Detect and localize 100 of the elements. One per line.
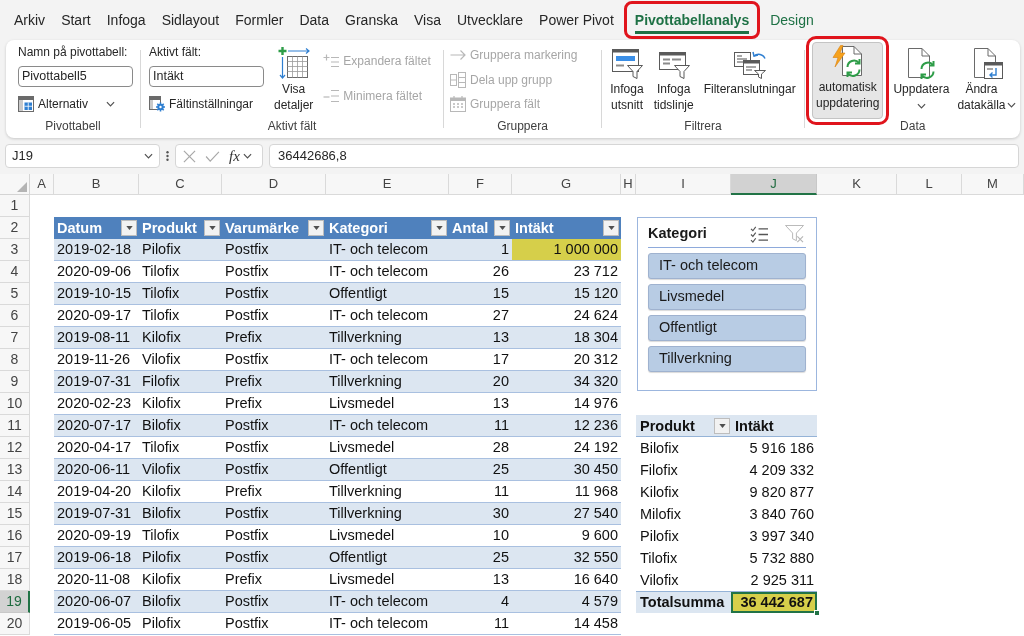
table-cell-text: Vilofix: [141, 460, 182, 479]
row-header[interactable]: 6: [0, 305, 30, 327]
check-icon[interactable]: [205, 150, 220, 162]
row-header[interactable]: 17: [0, 547, 30, 569]
ribbon-large-button[interactable]: Visa detaljer: [270, 44, 318, 119]
row-header[interactable]: 20: [0, 613, 30, 635]
ribbon-button[interactable]: Fältinställningar: [149, 93, 254, 115]
column-header[interactable]: M: [962, 174, 1024, 195]
table-cell-text: 25: [491, 460, 510, 479]
chevron-down-icon: [916, 103, 926, 109]
multi-select-icon[interactable]: [750, 225, 769, 243]
table-cell-text: 2020-11-08: [56, 570, 132, 589]
filter-button[interactable]: [121, 220, 137, 236]
row-header[interactable]: 12: [0, 437, 30, 459]
filter-button[interactable]: [308, 220, 324, 236]
table-cell-text: 27 540: [572, 504, 619, 523]
insert-function-button[interactable]: fx: [229, 147, 252, 165]
row-header[interactable]: 11: [0, 415, 30, 437]
row-header[interactable]: 14: [0, 481, 30, 503]
text-field[interactable]: Pivottabell5: [18, 66, 133, 87]
column-header[interactable]: C: [139, 174, 222, 195]
slicer-item[interactable]: Offentligt: [648, 315, 806, 341]
table-cell-text: 2020-09-17: [56, 306, 133, 325]
table-cell-text: Filofix: [141, 372, 181, 391]
ribbon-large-button[interactable]: Ändra datakälla: [953, 44, 1021, 119]
table-cell-text: Postfix: [224, 592, 270, 611]
table-cell-text: 5 916 186: [748, 439, 815, 458]
window-funnel-icon: [610, 47, 643, 79]
slicer-item[interactable]: IT- och telecom: [648, 253, 806, 279]
row-header[interactable]: 18: [0, 569, 30, 591]
table-cell-text: Postfix: [224, 284, 270, 303]
formula-field[interactable]: 36442686,8: [269, 144, 1019, 168]
ribbon-large-button[interactable]: Uppdatera: [889, 44, 954, 119]
column-header[interactable]: J: [731, 174, 817, 195]
filter-button[interactable]: [431, 220, 447, 236]
caret-down-icon: [718, 423, 726, 428]
row-header[interactable]: 19: [0, 591, 30, 613]
ribbon-tab[interactable]: Arkiv: [14, 6, 46, 34]
ribbon-tab[interactable]: Data: [299, 6, 330, 34]
row-header[interactable]: 16: [0, 525, 30, 547]
table-cell-text: Bilofix: [639, 439, 680, 458]
column-header[interactable]: F: [449, 174, 512, 195]
ribbon-tab[interactable]: Power Pivot: [539, 6, 614, 34]
column-header[interactable]: H: [621, 174, 636, 195]
row-header[interactable]: 5: [0, 283, 30, 305]
column-header[interactable]: A: [30, 174, 54, 195]
table-cell-text: 13: [491, 570, 510, 589]
table-cell-text: Milofix: [639, 505, 683, 524]
table-cell-text: Postfix: [224, 526, 270, 545]
filter-button[interactable]: [603, 220, 619, 236]
filter-button[interactable]: [494, 220, 510, 236]
ribbon-tab[interactable]: Sidlayout: [161, 6, 220, 34]
row-header[interactable]: 1: [0, 195, 30, 217]
arrow-right-icon: [450, 49, 466, 61]
column-header[interactable]: D: [222, 174, 326, 195]
name-box[interactable]: J19: [5, 144, 160, 168]
ribbon-large-button[interactable]: automatisk uppdatering: [812, 42, 884, 119]
column-header[interactable]: B: [54, 174, 139, 195]
slicer-item[interactable]: Livsmedel: [648, 284, 806, 310]
table-cell-text: Vilofix: [639, 571, 680, 590]
row-header[interactable]: 13: [0, 459, 30, 481]
row-header[interactable]: 15: [0, 503, 30, 525]
ribbon-tab[interactable]: Utvecklare: [456, 6, 524, 34]
ribbon-tab[interactable]: Granska: [345, 6, 398, 34]
row-header[interactable]: 3: [0, 239, 30, 261]
column-header-text: Intäkt: [515, 219, 554, 238]
column-header[interactable]: G: [512, 174, 621, 195]
column-header[interactable]: K: [817, 174, 897, 195]
fill-handle[interactable]: [814, 610, 820, 616]
row-header[interactable]: 4: [0, 261, 30, 283]
table-cell-text: Kilofix: [141, 328, 182, 347]
ribbon-tab[interactable]: Visa: [413, 6, 441, 34]
ribbon-large-button[interactable]: Filteranslutningar: [699, 44, 800, 119]
ribbon-button[interactable]: Alternativ: [18, 93, 116, 115]
row-header[interactable]: 10: [0, 393, 30, 415]
vertical-dots-icon[interactable]: [166, 150, 169, 162]
table-icon: [18, 96, 34, 112]
row-header[interactable]: 2: [0, 217, 30, 239]
text-field[interactable]: Intäkt: [149, 66, 264, 87]
ribbon-tab[interactable]: Design: [770, 6, 814, 34]
ribbon-large-button[interactable]: Infoga utsnitt: [606, 44, 648, 119]
column-header[interactable]: E: [326, 174, 449, 195]
row-header[interactable]: 8: [0, 349, 30, 371]
row-header[interactable]: 9: [0, 371, 30, 393]
group-label: Filtrera: [683, 119, 723, 135]
ribbon-tab[interactable]: Formler: [235, 6, 284, 34]
filter-button[interactable]: [204, 220, 220, 236]
table-cell-text: 2019-02-18: [56, 240, 133, 259]
filter-button[interactable]: [714, 417, 730, 434]
table-cell-text: 2019-11-26: [56, 350, 132, 369]
ribbon-tab[interactable]: Start: [61, 6, 91, 34]
column-header[interactable]: L: [897, 174, 962, 195]
ribbon-tab[interactable]: Pivottabellanalys: [634, 6, 750, 34]
column-header-text: Datum: [57, 219, 103, 238]
slicer-item[interactable]: Tillverkning: [648, 346, 806, 372]
column-header[interactable]: I: [636, 174, 731, 195]
row-header[interactable]: 7: [0, 327, 30, 349]
table-cell-text: Prefix: [224, 328, 264, 347]
ribbon-large-button[interactable]: Infoga tidslinje: [649, 44, 698, 119]
ribbon-tab[interactable]: Infoga: [106, 6, 146, 34]
